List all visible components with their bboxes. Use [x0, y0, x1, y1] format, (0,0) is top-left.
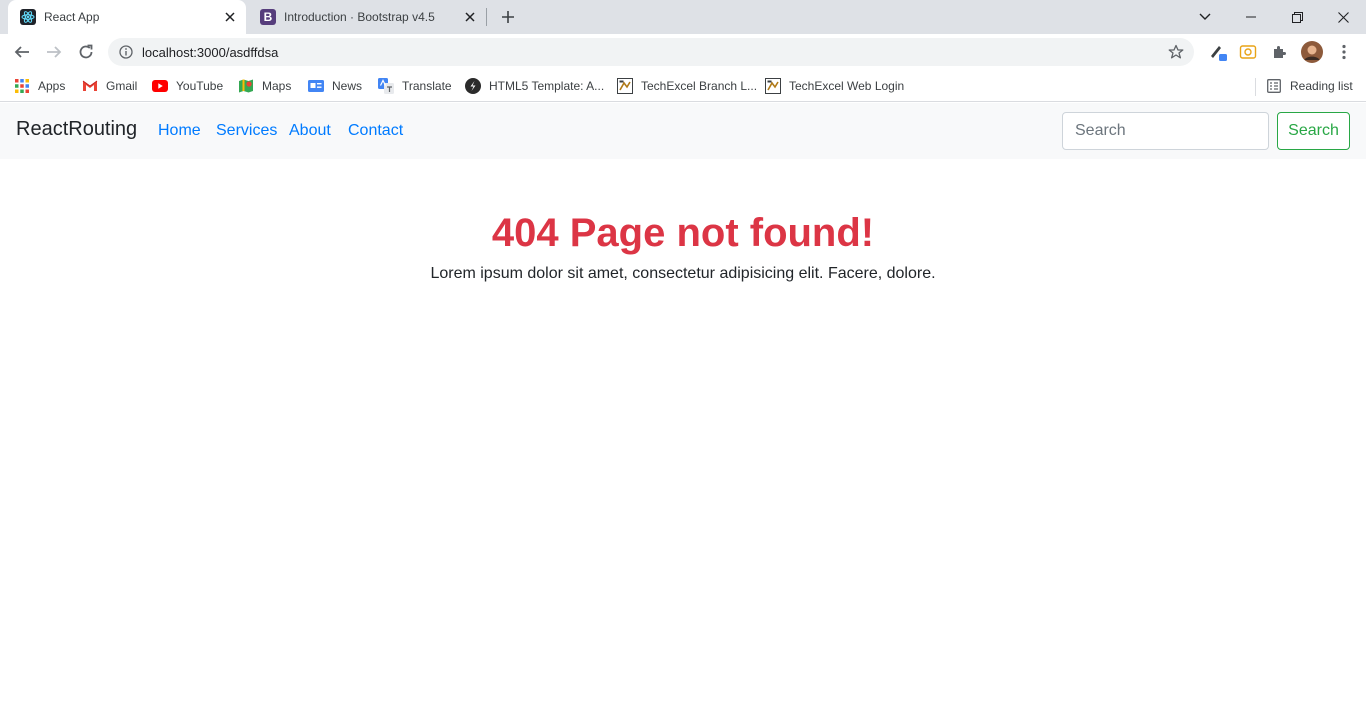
bookmark-translate[interactable]: Translate: [378, 75, 452, 97]
navbar-brand[interactable]: ReactRouting: [16, 118, 137, 141]
extension-pen-icon[interactable]: [1206, 40, 1230, 64]
arrow-right-icon: [47, 46, 62, 58]
bookmark-news[interactable]: News: [308, 75, 362, 97]
close-icon[interactable]: [222, 9, 238, 25]
bookmark-apps[interactable]: Apps: [14, 75, 65, 97]
bookmark-label: TechExcel Web Login: [789, 79, 905, 93]
extensions-puzzle-icon[interactable]: [1268, 40, 1292, 64]
forward-button[interactable]: [40, 38, 68, 66]
restore-button[interactable]: [1274, 0, 1320, 34]
youtube-icon: [152, 78, 168, 94]
tab-strip: React App B Introduction · Bootstrap v4.…: [0, 0, 1366, 34]
html5-template-icon: [465, 78, 481, 94]
extension-screenshot-icon[interactable]: [1236, 40, 1260, 64]
info-icon[interactable]: [118, 44, 134, 60]
url-text[interactable]: localhost:3000/asdffdsa: [142, 45, 1166, 60]
menu-kebab-icon[interactable]: [1332, 40, 1356, 64]
translate-icon: [378, 78, 394, 94]
tab-react-app[interactable]: React App: [8, 0, 246, 34]
bookmark-gmail[interactable]: Gmail: [82, 75, 137, 97]
tab-separator: [486, 8, 487, 26]
minimize-icon: [1246, 16, 1256, 18]
reading-list-button[interactable]: Reading list: [1266, 75, 1353, 97]
nav-link-about[interactable]: About: [289, 122, 331, 140]
page-content: 404 Page not found! Lorem ipsum dolor si…: [0, 159, 1366, 283]
plus-icon: [502, 11, 514, 23]
maps-icon: [238, 78, 254, 94]
profile-avatar[interactable]: [1300, 40, 1324, 64]
bookmark-separator: [1255, 78, 1256, 96]
bookmark-label: News: [332, 79, 363, 93]
tab-search-button[interactable]: [1182, 0, 1228, 34]
bookmark-techexcel-login[interactable]: TechExcel Web Login: [765, 75, 904, 97]
nav-link-home[interactable]: Home: [158, 122, 201, 140]
close-icon: [1337, 11, 1349, 23]
not-found-heading: 404 Page not found!: [491, 211, 875, 255]
browser-toolbar: localhost:3000/asdffdsa: [0, 34, 1366, 70]
nav-link-contact[interactable]: Contact: [348, 122, 403, 140]
reload-icon: [79, 44, 93, 59]
close-window-button[interactable]: [1320, 0, 1366, 34]
react-icon: [20, 9, 36, 25]
not-found-description: Lorem ipsum dolor sit amet, consectetur …: [430, 265, 936, 282]
new-tab-button[interactable]: [498, 7, 518, 27]
apps-grid-icon: [14, 78, 30, 94]
restore-icon: [1291, 11, 1303, 23]
bookmark-label: TechExcel Branch L...: [641, 79, 758, 93]
bookmarks-bar: Apps Gmail YouTube Maps News Translate H…: [0, 70, 1366, 102]
bookmark-label: Apps: [38, 79, 66, 93]
bookmark-label: HTML5 Template: A...: [489, 79, 605, 93]
news-icon: [308, 78, 324, 94]
bookmark-maps[interactable]: Maps: [238, 75, 291, 97]
close-icon[interactable]: [462, 9, 478, 25]
bookmark-label: Translate: [402, 79, 452, 93]
techexcel-icon: [765, 78, 781, 94]
tab-bootstrap-intro[interactable]: B Introduction · Bootstrap v4.5: [248, 0, 486, 34]
reading-list-label: Reading list: [1290, 79, 1353, 93]
nav-link-services[interactable]: Services: [216, 122, 277, 140]
arrow-left-icon: [14, 46, 29, 58]
search-input[interactable]: [1062, 112, 1269, 150]
bookmark-star-icon[interactable]: [1166, 42, 1186, 62]
bookmark-label: Maps: [262, 79, 292, 93]
bootstrap-icon: B: [260, 9, 276, 25]
reading-list-icon: [1266, 78, 1282, 94]
tab-title: React App: [44, 10, 100, 24]
search-button[interactable]: Search: [1277, 112, 1350, 150]
bookmark-youtube[interactable]: YouTube: [152, 75, 223, 97]
bookmark-label: YouTube: [176, 79, 224, 93]
site-navbar: ReactRouting Home Services About Contact…: [0, 103, 1366, 159]
gmail-icon: [82, 78, 98, 94]
tab-title: Introduction · Bootstrap v4.5: [284, 10, 435, 24]
bookmark-label: Gmail: [106, 79, 138, 93]
bookmark-techexcel-branch[interactable]: TechExcel Branch L...: [617, 75, 757, 97]
techexcel-icon: [617, 78, 633, 94]
minimize-button[interactable]: [1228, 0, 1274, 34]
reload-button[interactable]: [72, 38, 100, 66]
bookmark-html5-template[interactable]: HTML5 Template: A...: [465, 75, 604, 97]
back-button[interactable]: [8, 38, 36, 66]
chevron-down-icon: [1199, 13, 1211, 20]
address-bar[interactable]: localhost:3000/asdffdsa: [108, 38, 1194, 66]
